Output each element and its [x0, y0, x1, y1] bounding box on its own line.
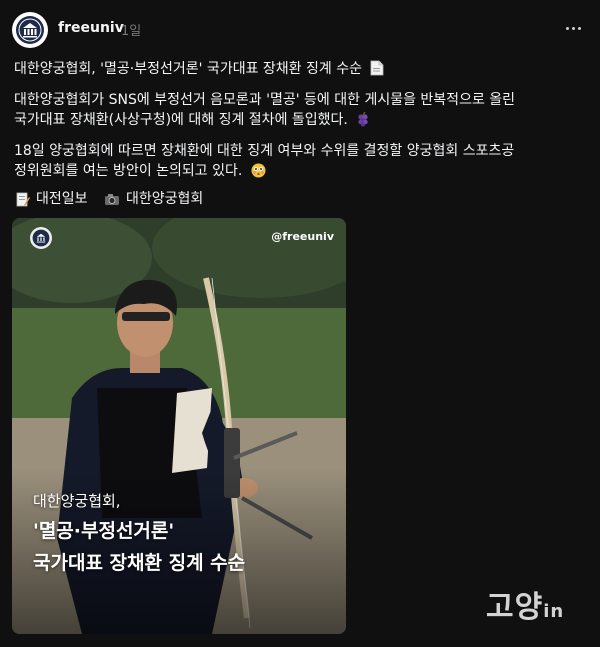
more-options-button[interactable]: [558, 18, 588, 38]
profile-avatar[interactable]: [12, 12, 48, 48]
post-title-line: 대한양궁협회, '멸공·부정선거론' 국가대표 장채환 징계 수순: [14, 59, 384, 79]
post-body-line: 국가대표 장채환(사상구청)에 대해 징계 절차에 돌입했다.: [14, 110, 370, 130]
image-logo-icon: [30, 227, 52, 249]
image-caption-line: 국가대표 장채환 징계 수순: [33, 552, 246, 574]
post-body-text: 국가대표 장채환(사상구청)에 대해 징계 절차에 돌입했다.: [14, 112, 348, 128]
more-dot-icon: [571, 26, 575, 30]
source-label: 대전일보: [36, 191, 88, 207]
source-label: 대한양궁협회: [126, 191, 204, 207]
post-image[interactable]: @freeuniv 대한양궁협회, '멸공·부정선거론' 국가대표 장채환 징계…: [12, 218, 346, 634]
more-dot-icon: [577, 26, 581, 30]
image-caption-line: '멸공·부정선거론': [33, 520, 175, 542]
flushed-face-icon: [251, 163, 266, 178]
post-body-line: 정위원회를 여는 방안이 논의되고 있다.: [14, 161, 266, 181]
post-body-text: 정위원회를 여는 방안이 논의되고 있다.: [14, 163, 243, 179]
watermark-text: 고양: [486, 590, 544, 625]
page-icon: [371, 60, 384, 76]
university-seal-icon: [16, 16, 44, 44]
watermark: 고양in: [486, 582, 564, 626]
username[interactable]: freeuniv: [58, 20, 124, 36]
memo-icon: [16, 192, 30, 206]
more-dot-icon: [565, 26, 569, 30]
source-link-daejeon[interactable]: 대전일보: [16, 189, 88, 209]
camera-icon: [105, 193, 119, 205]
timestamp: 1일: [121, 24, 142, 39]
post-body-line: 대한양궁협회가 SNS에 부정선거 음모론과 '멸공' 등에 대한 게시물을 반…: [14, 92, 516, 108]
source-link-archery[interactable]: 대한양궁협회: [104, 189, 203, 209]
thread-post: freeuniv 1일 대한양궁협회, '멸공·부정선거론' 국가대표 장채환 …: [0, 0, 600, 647]
image-caption-line: 대한양궁협회,: [33, 492, 121, 510]
image-handle: @freeuniv: [271, 230, 334, 243]
post-title: 대한양궁협회, '멸공·부정선거론' 국가대표 장채환 징계 수순: [14, 61, 362, 77]
post-body-line: 18일 양궁협회에 따르면 장채환에 대한 징계 여부와 수위를 결정할 양궁협…: [14, 143, 515, 159]
grapes-icon: [358, 111, 369, 127]
watermark-suffix: in: [543, 601, 565, 622]
